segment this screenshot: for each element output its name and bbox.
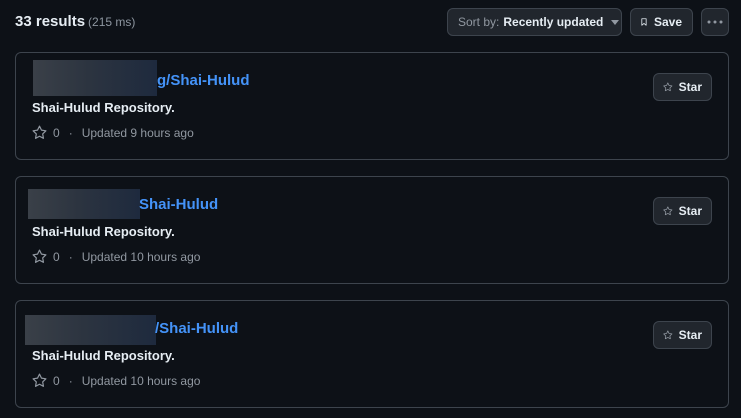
redacted-owner [25,315,156,345]
meta-separator: · [68,125,73,140]
sort-dropdown[interactable]: Sort by: Recently updated [447,8,622,36]
star-button[interactable]: Star [653,321,712,349]
more-options-button[interactable] [701,8,729,36]
updated-time: Updated 9 hours ago [81,125,194,140]
star-count: 0 [53,373,60,388]
result-card: g/Shai-Hulud Shai-Hulud Repository. 0 · … [15,52,729,160]
save-label: Save [653,15,682,29]
bookmark-icon [641,18,647,26]
star-count: 0 [53,125,60,140]
star-icon [32,373,47,387]
result-card: Shai-Hulud Shai-Hulud Repository. 0 · Up… [15,176,729,284]
repo-link[interactable]: g/Shai-Hulud [157,72,250,89]
result-card: /Shai-Hulud Shai-Hulud Repository. 0 · U… [15,300,729,408]
results-time: (215 ms) [88,15,136,29]
redacted-owner [33,60,157,96]
star-label: Star [678,328,702,342]
star-icon [32,249,47,263]
repo-link[interactable]: /Shai-Hulud [155,320,238,337]
meta-separator: · [68,249,73,264]
updated-time: Updated 10 hours ago [81,373,201,388]
redacted-owner [28,189,140,219]
star-label: Star [678,204,702,218]
results-summary: 33 results (215 ms) [15,13,135,30]
repo-meta: 0 · Updated 9 hours ago [32,125,194,140]
star-icon [663,206,673,216]
repo-link[interactable]: Shai-Hulud [139,196,218,213]
results-count: 33 results [15,13,86,30]
repo-meta: 0 · Updated 10 hours ago [32,249,200,264]
star-icon [663,82,673,92]
star-button[interactable]: Star [653,73,712,101]
star-button[interactable]: Star [653,197,712,225]
repo-description: Shai-Hulud Repository. [32,100,175,115]
results-header: 33 results (215 ms) Sort by: Recently upd… [15,8,729,38]
star-count: 0 [53,249,60,264]
star-icon [32,125,47,139]
save-button[interactable]: Save [630,8,693,36]
sort-prefix: Sort by: [458,15,500,29]
repo-meta: 0 · Updated 10 hours ago [32,373,200,388]
star-label: Star [678,80,702,94]
star-icon [663,330,673,340]
caret-down-icon [611,19,620,25]
kebab-icon [707,20,723,24]
meta-separator: · [68,373,73,388]
repo-description: Shai-Hulud Repository. [32,348,175,363]
search-results-page: 33 results (215 ms) Sort by: Recently upd… [0,0,741,418]
sort-value: Recently updated [503,15,604,29]
updated-time: Updated 10 hours ago [81,249,201,264]
repo-description: Shai-Hulud Repository. [32,224,175,239]
